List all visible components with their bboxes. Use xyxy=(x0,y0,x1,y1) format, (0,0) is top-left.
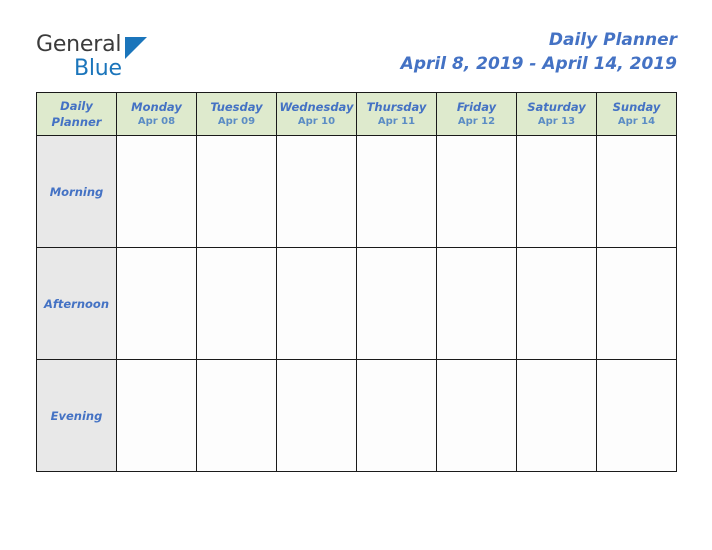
slot-morning-wednesday[interactable] xyxy=(276,135,357,248)
day-date: Apr 14 xyxy=(617,115,656,127)
slot-evening-friday[interactable] xyxy=(436,359,517,472)
day-date: Apr 12 xyxy=(457,115,496,127)
slot-evening-tuesday[interactable] xyxy=(196,359,277,472)
title-block: Daily Planner April 8, 2019 - April 14, … xyxy=(401,28,677,76)
row-label-evening: Evening xyxy=(36,359,117,472)
table-row-evening: Evening xyxy=(36,359,677,472)
slot-afternoon-tuesday[interactable] xyxy=(196,247,277,360)
corner-label-line2: Planner xyxy=(51,115,102,129)
day-name: Saturday xyxy=(527,99,586,114)
slot-morning-saturday[interactable] xyxy=(516,135,597,248)
slot-morning-friday[interactable] xyxy=(436,135,517,248)
slot-afternoon-friday[interactable] xyxy=(436,247,517,360)
day-name: Thursday xyxy=(366,99,427,114)
daily-planner-table: Daily Planner Monday Apr 08 Tuesday Apr … xyxy=(36,92,677,472)
slot-afternoon-monday[interactable] xyxy=(116,247,197,360)
slot-evening-sunday[interactable] xyxy=(596,359,677,472)
day-header-saturday: Saturday Apr 13 xyxy=(516,92,597,136)
slot-evening-wednesday[interactable] xyxy=(276,359,357,472)
row-label-afternoon: Afternoon xyxy=(36,247,117,360)
day-date: Apr 09 xyxy=(217,115,256,127)
day-date: Apr 13 xyxy=(537,115,576,127)
slot-morning-tuesday[interactable] xyxy=(196,135,277,248)
day-date: Apr 11 xyxy=(377,115,416,127)
logo-text-general: General xyxy=(36,32,122,57)
slot-evening-saturday[interactable] xyxy=(516,359,597,472)
slot-afternoon-wednesday[interactable] xyxy=(276,247,357,360)
row-label-text: Afternoon xyxy=(43,296,110,311)
row-label-text: Evening xyxy=(50,408,103,423)
day-header-monday: Monday Apr 08 xyxy=(116,92,197,136)
day-date: Apr 08 xyxy=(137,115,176,127)
date-range-subtitle: April 8, 2019 - April 14, 2019 xyxy=(400,54,677,74)
day-date: Apr 10 xyxy=(297,115,336,127)
slot-morning-thursday[interactable] xyxy=(356,135,437,248)
table-corner-header: Daily Planner xyxy=(36,92,117,136)
table-header-row: Daily Planner Monday Apr 08 Tuesday Apr … xyxy=(36,92,677,136)
day-header-wednesday: Wednesday Apr 10 xyxy=(276,92,357,136)
slot-morning-monday[interactable] xyxy=(116,135,197,248)
day-header-thursday: Thursday Apr 11 xyxy=(356,92,437,136)
day-header-sunday: Sunday Apr 14 xyxy=(596,92,677,136)
day-name: Friday xyxy=(456,99,497,114)
slot-morning-sunday[interactable] xyxy=(596,135,677,248)
row-label-morning: Morning xyxy=(36,135,117,248)
day-header-tuesday: Tuesday Apr 09 xyxy=(196,92,277,136)
slot-evening-monday[interactable] xyxy=(116,359,197,472)
slot-evening-thursday[interactable] xyxy=(356,359,437,472)
logo-text-blue: Blue xyxy=(74,56,122,81)
day-header-friday: Friday Apr 12 xyxy=(436,92,517,136)
row-label-text: Morning xyxy=(49,184,104,199)
day-name: Monday xyxy=(131,99,182,114)
page-header: General Blue Daily Planner April 8, 2019… xyxy=(36,28,677,84)
blue-triangle-icon xyxy=(125,37,147,59)
day-name: Wednesday xyxy=(279,99,354,114)
day-name: Tuesday xyxy=(210,99,263,114)
slot-afternoon-saturday[interactable] xyxy=(516,247,597,360)
table-row-morning: Morning xyxy=(36,135,677,248)
slot-afternoon-thursday[interactable] xyxy=(356,247,437,360)
slot-afternoon-sunday[interactable] xyxy=(596,247,677,360)
general-blue-logo: General Blue xyxy=(36,32,236,84)
table-row-afternoon: Afternoon xyxy=(36,247,677,360)
day-name: Sunday xyxy=(612,99,661,114)
page-title: Daily Planner xyxy=(548,30,677,50)
corner-label-line1: Daily xyxy=(60,99,93,113)
